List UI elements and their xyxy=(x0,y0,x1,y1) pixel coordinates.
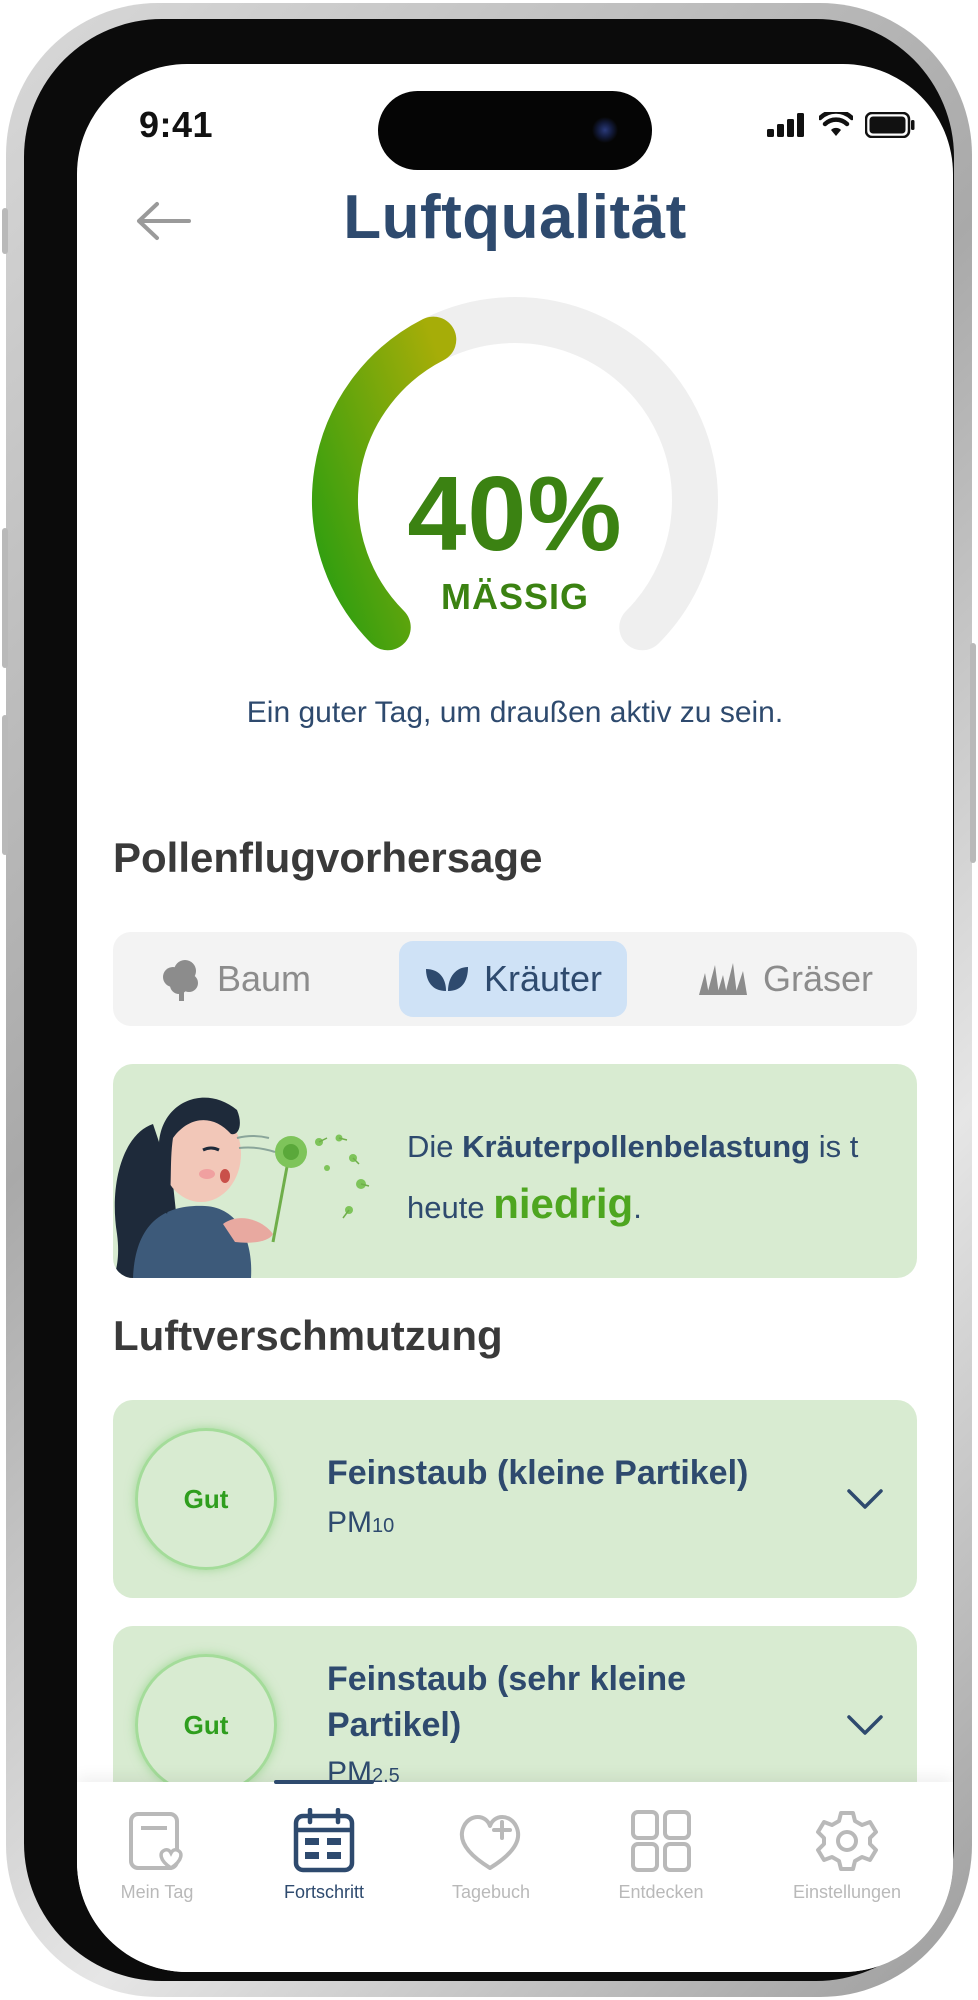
pollen-level: niedrig xyxy=(493,1180,634,1227)
tab-einstellungen-label: Einstellungen xyxy=(792,1882,902,1902)
pollution-item-code: PM10 xyxy=(327,1506,394,1540)
tab-graeser-label: Gräser xyxy=(763,958,874,999)
tab-tagebuch-label: Tagebuch xyxy=(451,1882,531,1902)
phone-frame: 9:41 Luftqualität 40% MÄSSIG Ein guter T… xyxy=(2,3,976,1997)
tab-mein-tag-label: Mein Tag xyxy=(120,1882,194,1902)
calendar-grid-icon xyxy=(293,1808,355,1873)
status-icons xyxy=(767,112,915,138)
gear-icon xyxy=(816,1811,878,1871)
battery-icon xyxy=(865,112,915,138)
chevron-down-icon xyxy=(847,1489,883,1509)
woman-blowing-dandelion-illustration xyxy=(113,1097,370,1278)
volume-up-button xyxy=(2,528,8,668)
tab-kraeuter-label: Kräuter xyxy=(483,958,603,999)
pollution-item-code-main: PM xyxy=(327,1506,372,1539)
gauge-percentage: 40% xyxy=(407,455,623,573)
tab-entdecken-label: Entdecken xyxy=(618,1882,704,1902)
pollen-section-title: Pollenflugvorhersage xyxy=(113,834,543,881)
tab-mein-tag[interactable]: Mein Tag xyxy=(77,1808,237,1903)
page-title: Luftqualität xyxy=(343,183,687,252)
grid-icon xyxy=(631,1810,691,1872)
rating-badge: Gut xyxy=(135,1654,277,1796)
status-time: 9:41 xyxy=(139,104,214,145)
gauge-status: MÄSSIG xyxy=(440,576,589,617)
tab-entdecken[interactable]: Entdecken xyxy=(581,1808,741,1903)
tab-einstellungen[interactable]: Einstellungen xyxy=(767,1808,927,1903)
power-button xyxy=(970,643,976,863)
tab-tagebuch[interactable]: Tagebuch xyxy=(411,1808,571,1903)
pollution-item-title: Feinstaub (kleine Partikel) xyxy=(327,1454,749,1492)
pollen-message: Die Kräuterpollenbelastung is t heute ni… xyxy=(407,1118,897,1236)
chevron-down-icon xyxy=(847,1715,883,1735)
heart-plus-icon xyxy=(459,1815,521,1870)
rating-badge: Gut xyxy=(135,1428,277,1570)
calendar-heart-icon xyxy=(129,1812,183,1871)
pollution-item-code-sub: 10 xyxy=(372,1515,395,1537)
pollution-item-title: Feinstaub (sehr kleine Partikel) xyxy=(327,1660,686,1744)
tab-baum[interactable]: Baum xyxy=(159,941,339,1017)
tab-baum-label: Baum xyxy=(217,958,312,999)
tab-kraeuter[interactable]: Kräuter xyxy=(399,941,627,1017)
wifi-icon xyxy=(819,112,853,136)
active-tab-indicator xyxy=(274,1780,374,1784)
pollen-message-suffix: . xyxy=(633,1190,642,1225)
pollen-message-prefix: Die xyxy=(407,1129,463,1164)
leaf-icon xyxy=(425,967,468,991)
volume-down-button xyxy=(2,715,8,855)
pollen-type-selector: Baum Kräuter Gräser xyxy=(113,932,917,1026)
pollen-info-card: Die Kräuterpollenbelastung is t heute ni… xyxy=(113,1064,917,1278)
action-button xyxy=(2,208,8,254)
screen: 9:41 Luftqualität 40% MÄSSIG Ein guter T… xyxy=(77,64,953,1972)
tree-icon xyxy=(163,960,198,1001)
pollen-message-highlight: Kräuterpollenbelastung xyxy=(462,1129,811,1164)
cellular-signal-icon xyxy=(767,113,804,137)
tab-fortschritt[interactable]: Fortschritt xyxy=(244,1808,404,1903)
phone-bezel: 9:41 Luftqualität 40% MÄSSIG Ein guter T… xyxy=(24,19,954,1981)
pollution-item-pm10[interactable]: Gut Feinstaub (kleine Partikel) PM10 xyxy=(113,1400,917,1598)
pollution-section-title: Luftverschmutzung xyxy=(113,1312,503,1359)
front-camera xyxy=(592,117,618,143)
gauge-caption: Ein guter Tag, um draußen aktiv zu sein. xyxy=(246,696,784,729)
tab-fortschritt-label: Fortschritt xyxy=(283,1882,364,1902)
grass-icon xyxy=(699,963,747,995)
bottom-tab-bar: Mein Tag Fortschritt Tagebuch Entdecken … xyxy=(77,1782,953,1972)
dynamic-island xyxy=(378,91,652,170)
tab-graeser[interactable]: Gräser xyxy=(697,941,903,1017)
